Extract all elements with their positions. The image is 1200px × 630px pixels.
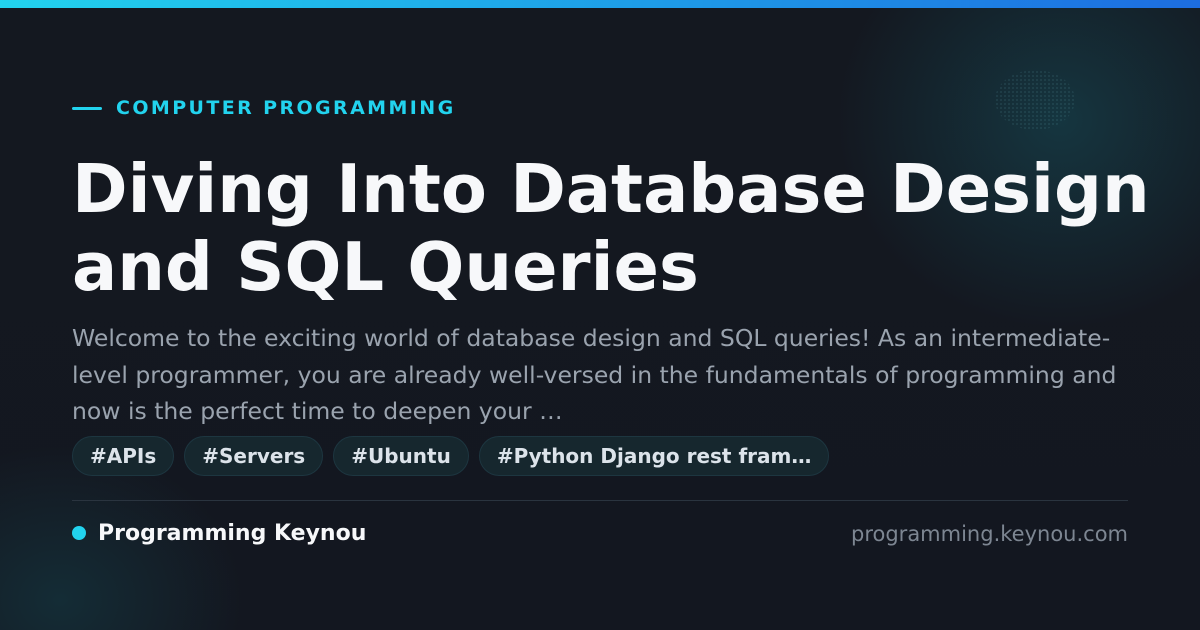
tag-chip[interactable]: #Ubuntu (333, 436, 469, 476)
page-title: Diving Into Database Design and SQL Quer… (72, 150, 1150, 306)
accent-top-bar (0, 0, 1200, 8)
footer-divider (72, 500, 1128, 501)
tag-chip[interactable]: #APIs (72, 436, 175, 476)
social-card: COMPUTER PROGRAMMING Diving Into Databas… (0, 0, 1200, 630)
article-excerpt: Welcome to the exciting world of databas… (72, 324, 1117, 425)
category-label: COMPUTER PROGRAMMING (116, 97, 456, 119)
brand-name: Programming Keynou (98, 520, 367, 546)
brand-dot-icon (72, 526, 86, 540)
category-eyebrow: COMPUTER PROGRAMMING (72, 96, 456, 120)
site-domain[interactable]: programming.keynou.com (851, 519, 1128, 549)
tag-list: #APIs #Servers #Ubuntu #Python Django re… (72, 436, 830, 478)
eyebrow-accent-line (72, 106, 102, 110)
tag-chip[interactable]: #Servers (184, 436, 324, 476)
brand: Programming Keynou (72, 518, 366, 548)
decorative-dot-pattern (995, 70, 1075, 130)
tag-chip[interactable]: #Python Django rest fram… (478, 436, 830, 476)
